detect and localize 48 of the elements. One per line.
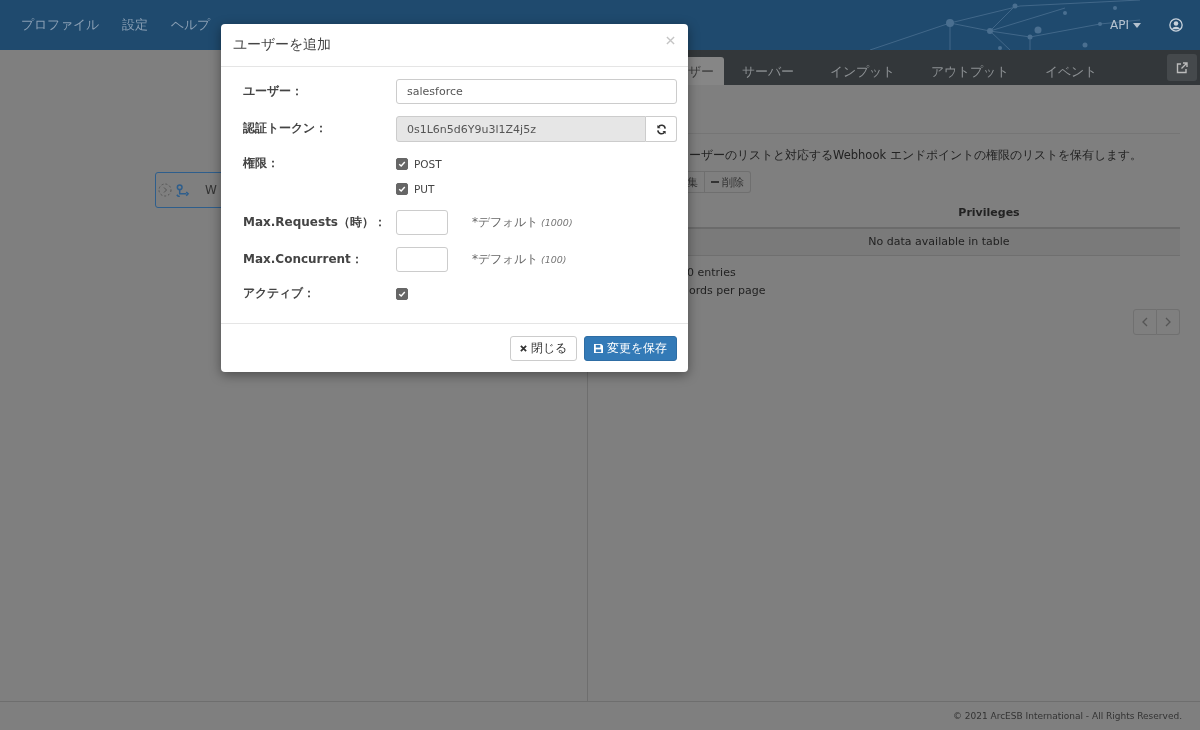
checkbox[interactable] bbox=[396, 182, 408, 195]
tab[interactable]: サーバー bbox=[724, 57, 812, 85]
external-link-button[interactable] bbox=[1167, 54, 1197, 81]
copyright-text: © 2021 ArcESB International - All Rights Reserved. bbox=[952, 711, 1182, 721]
field-label: ユーザー： bbox=[243, 83, 304, 100]
delete-button[interactable]: 削除 bbox=[705, 171, 751, 193]
field-label: アクティブ： bbox=[243, 285, 316, 302]
field-label: Max.Requests（時）： bbox=[243, 214, 387, 231]
tab[interactable]: アウトプット bbox=[913, 57, 1027, 85]
close-icon bbox=[520, 344, 527, 352]
user-field[interactable]: salesforce bbox=[396, 79, 677, 104]
modal-title: ユーザーを追加 bbox=[233, 36, 331, 54]
default-note: *デフォルト bbox=[472, 251, 538, 268]
checkbox-label: POST bbox=[414, 157, 442, 170]
page-length-text: ords per page bbox=[689, 284, 767, 297]
refresh-icon bbox=[655, 123, 667, 135]
field-label: 認証トークン： bbox=[243, 120, 328, 137]
checkbox-label: PUT bbox=[414, 182, 435, 195]
default-value: (1000) bbox=[541, 217, 573, 228]
token-field[interactable]: 0s1L6n5d6Y9u3l1Z4j5z bbox=[396, 116, 646, 142]
close-button[interactable]: 閉じる bbox=[510, 335, 577, 361]
card-label: W bbox=[205, 183, 217, 197]
tab[interactable]: インプット bbox=[812, 57, 913, 85]
tab[interactable]: イベント bbox=[1027, 57, 1115, 85]
nav-menu-item[interactable]: 設定 bbox=[122, 16, 148, 34]
default-note: *デフォルト bbox=[472, 214, 538, 231]
chevron-left-icon bbox=[1142, 317, 1148, 327]
description-text: ーザーのリストと対応するWebhook エンドポイントの権限のリストを保有します。 bbox=[689, 148, 1143, 163]
refresh-button[interactable] bbox=[646, 116, 677, 142]
user-icon[interactable] bbox=[1169, 18, 1183, 32]
save-button[interactable]: 変更を保存 bbox=[584, 335, 677, 361]
number-field[interactable] bbox=[396, 210, 448, 235]
field-label: 権限： bbox=[243, 155, 280, 172]
dashed-circle-icon bbox=[158, 183, 172, 197]
chevron-right-icon bbox=[1165, 317, 1171, 327]
checkbox[interactable] bbox=[396, 157, 408, 170]
field-label: Max.Concurrent： bbox=[243, 251, 364, 268]
default-value: (100) bbox=[541, 254, 567, 265]
external-link-icon bbox=[1176, 61, 1188, 74]
nav-menu-item[interactable]: ヘルプ bbox=[171, 16, 210, 34]
caret-icon bbox=[1133, 22, 1141, 28]
entries-info: 0 entries bbox=[687, 266, 737, 279]
checkbox[interactable] bbox=[396, 288, 408, 300]
nav-menu-item[interactable]: プロファイル bbox=[21, 16, 99, 34]
plug-icon bbox=[175, 182, 190, 198]
minus-icon bbox=[711, 178, 719, 186]
api-menu[interactable]: API bbox=[1110, 18, 1141, 32]
number-field[interactable] bbox=[396, 247, 448, 272]
